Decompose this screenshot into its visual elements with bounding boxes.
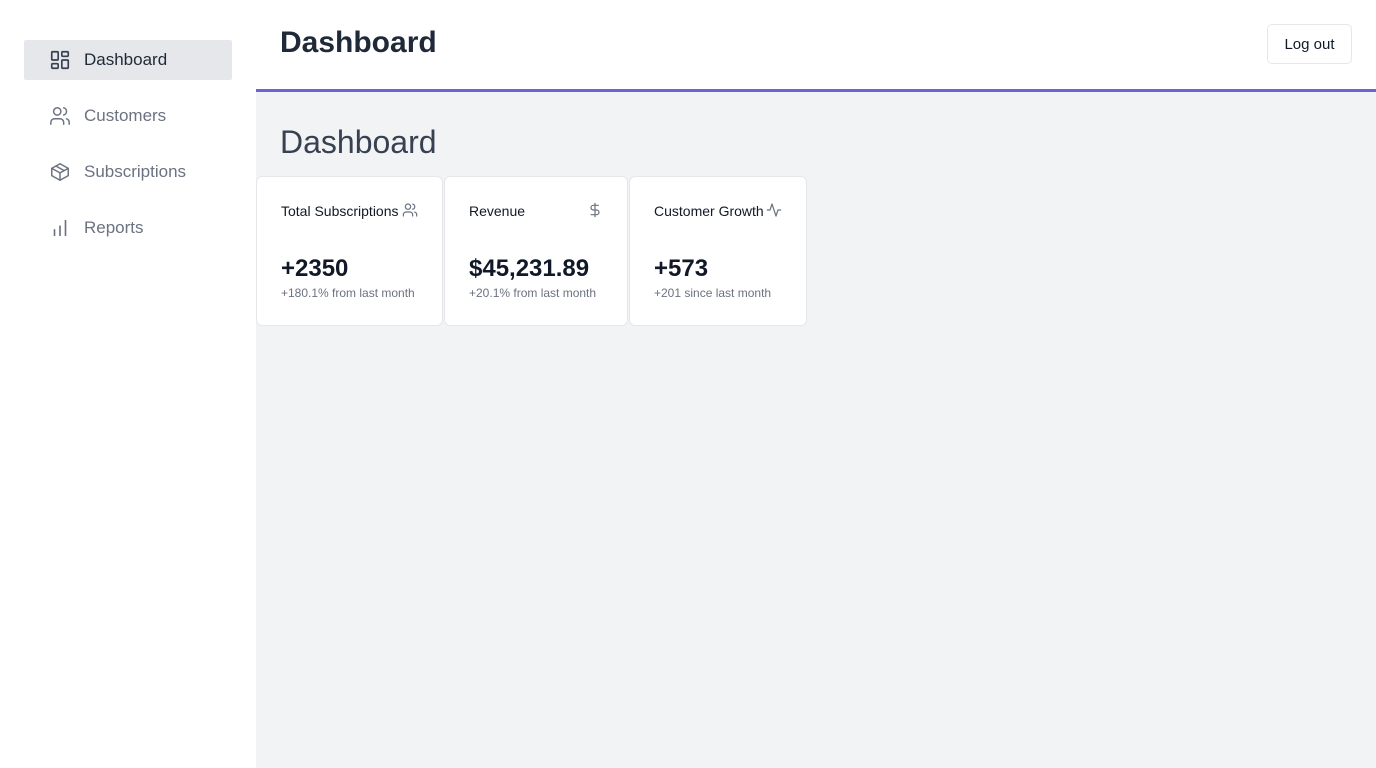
stat-card-subscriptions: Total Subscriptions +2350 +180.1% from l… — [256, 176, 443, 326]
stat-card-revenue: Revenue $45,231.89 +20.1% from last mont… — [444, 176, 628, 326]
sidebar: Dashboard Customers Subscriptions Report… — [0, 0, 256, 768]
card-value: +2350 — [281, 255, 349, 282]
users-icon — [402, 202, 418, 218]
page-title: Dashboard — [280, 124, 437, 160]
users-icon — [48, 104, 72, 128]
sidebar-item-label: Subscriptions — [84, 162, 187, 181]
header-title: Dashboard — [280, 26, 437, 59]
card-title: Revenue — [469, 203, 526, 219]
card-note: +180.1% from last month — [281, 286, 415, 300]
card-title: Customer Growth — [654, 203, 764, 219]
bar-chart-icon — [48, 216, 72, 240]
sidebar-item-reports[interactable]: Reports — [24, 208, 232, 248]
card-value: $45,231.89 — [469, 255, 590, 282]
logout-button[interactable]: Log out — [1267, 24, 1352, 64]
package-icon — [48, 160, 72, 184]
sidebar-item-label: Reports — [84, 218, 144, 237]
sidebar-item-label: Dashboard — [84, 50, 168, 69]
dollar-icon — [587, 202, 603, 218]
sidebar-item-customers[interactable]: Customers — [24, 96, 232, 136]
sidebar-item-label: Customers — [84, 106, 167, 125]
stats-cards: Total Subscriptions +2350 +180.1% from l… — [256, 176, 808, 326]
card-title: Total Subscriptions — [281, 203, 399, 219]
card-value: +573 — [654, 255, 709, 282]
sidebar-item-subscriptions[interactable]: Subscriptions — [24, 152, 232, 192]
stat-card-customer-growth: Customer Growth +573 +201 since last mon… — [629, 176, 807, 326]
activity-icon — [766, 202, 782, 218]
card-note: +20.1% from last month — [469, 286, 597, 300]
top-header: Dashboard Log out — [256, 0, 1376, 92]
card-note: +201 since last month — [654, 286, 772, 300]
dashboard-icon — [48, 48, 72, 72]
main-content: Dashboard Total Subscriptions +2350 +180… — [256, 92, 1376, 768]
sidebar-item-dashboard[interactable]: Dashboard — [24, 40, 232, 80]
